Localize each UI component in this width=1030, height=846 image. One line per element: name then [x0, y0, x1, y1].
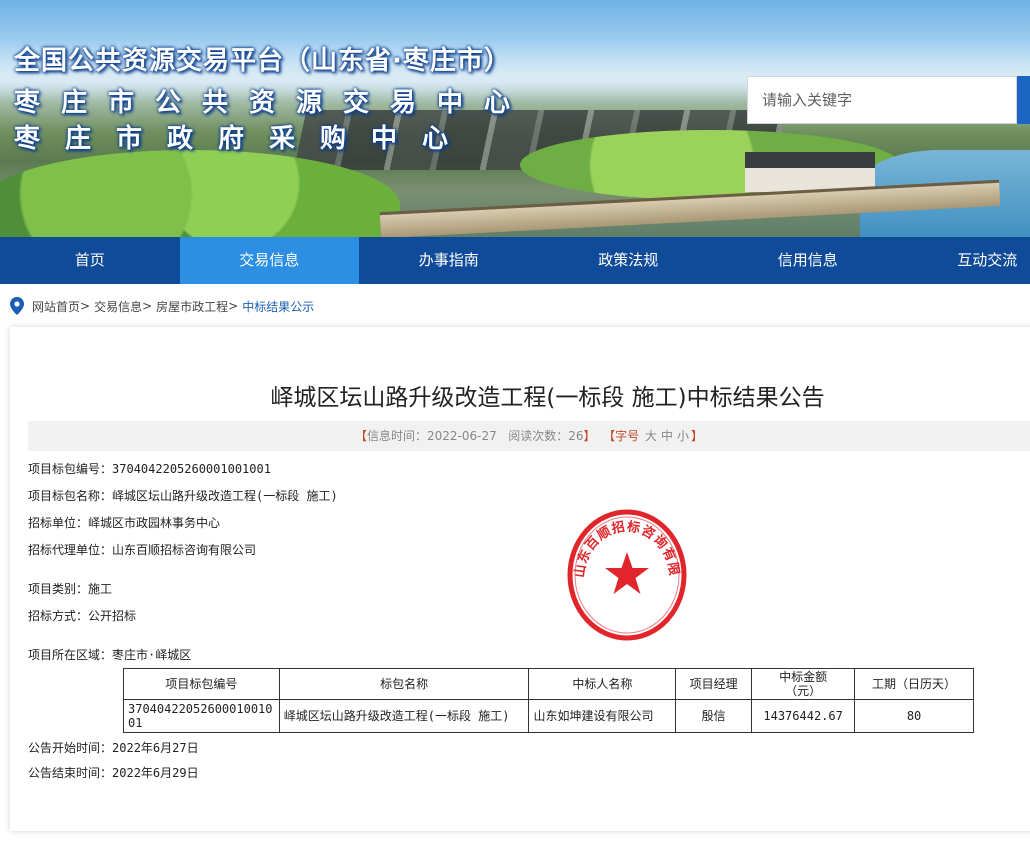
field-value: 山东百顺招标咨询有限公司 [112, 543, 257, 557]
nav-item-trade-info[interactable]: 交易信息 [179, 237, 359, 284]
table-row: 3704042205260001001001 峄城区坛山路升级改造工程(一标段 … [123, 699, 974, 733]
table-header: 工期（日历天） [854, 668, 974, 700]
table-header: 标包名称 [278, 668, 530, 700]
field-value: 2022年6月27日 [112, 741, 199, 755]
font-size-label-close: 】 [691, 429, 704, 443]
field-value: 枣庄市·峄城区 [112, 648, 192, 662]
font-size-small-link[interactable]: 小 [677, 429, 689, 443]
table-cell: 14376442.67 [751, 699, 856, 733]
field-label: 招标方式： [28, 609, 89, 623]
notice-end: 公告结束时间：2022年6月29日 [28, 764, 199, 781]
field-label: 项目所在区域： [28, 648, 113, 662]
nav-item-home[interactable]: 首页 [0, 237, 180, 284]
breadcrumb-home[interactable]: 网站首页 [32, 298, 80, 315]
breadcrumb-current[interactable]: 中标结果公示 [242, 298, 314, 315]
table-cell: 80 [854, 699, 974, 733]
breadcrumb-trade-info[interactable]: 交易信息 [94, 298, 142, 315]
font-size-label: 【字号 [603, 429, 640, 443]
nav-item-interaction[interactable]: 互动交流 [898, 237, 1030, 284]
nav-item-guide[interactable]: 办事指南 [359, 237, 539, 284]
table-header: 项目经理 [675, 668, 753, 700]
article-meta-bar: 【信息时间：2022-06-27 阅读次数：26】 【字号 大中小】 [28, 421, 1030, 451]
breadcrumb-separator: > [228, 299, 239, 313]
notice-start: 公告开始时间：2022年6月27日 [28, 739, 199, 756]
field-value: 峄城区市政园林事务中心 [88, 516, 221, 530]
main-nav: 首页 交易信息 办事指南 政策法规 信用信息 互动交流 [0, 237, 1030, 284]
breadcrumb-separator: > [80, 299, 91, 313]
nav-item-credit[interactable]: 信用信息 [718, 237, 898, 284]
font-size-medium-link[interactable]: 中 [661, 429, 673, 443]
breadcrumb-category[interactable]: 房屋市政工程 [156, 298, 228, 315]
search-box [747, 76, 1017, 124]
table-header: 项目标包编号 [123, 668, 280, 700]
field-agency: 招标代理单位：山东百顺招标咨询有限公司 [28, 541, 256, 558]
table-cell: 峄城区坛山路升级改造工程(一标段 施工) [278, 699, 530, 733]
font-size-large-link[interactable]: 大 [645, 429, 657, 443]
field-value: 峄城区坛山路升级改造工程(一标段 施工) [112, 489, 338, 503]
meta-bracket-open: 【 [354, 429, 367, 443]
field-value: 公开招标 [88, 609, 137, 623]
meta-views: 26 [568, 429, 584, 443]
field-package-number: 项目标包编号：3704042205260001001001 [28, 460, 271, 477]
table-cell: 殷信 [675, 699, 753, 733]
field-value: 2022年6月29日 [112, 766, 199, 780]
site-title-line-1: 全国公共资源交易平台（山东省·枣庄市） [14, 46, 511, 76]
field-region: 项目所在区域：枣庄市·峄城区 [28, 646, 191, 663]
table-cell: 山东如坤建设有限公司 [528, 699, 677, 733]
field-category: 项目类别：施工 [28, 580, 112, 597]
field-label: 招标单位： [28, 516, 89, 530]
banner-pavilion [745, 152, 875, 192]
field-tenderer: 招标单位：峄城区市政园林事务中心 [28, 514, 220, 531]
table-header: 中标金额 （元） [751, 668, 856, 700]
breadcrumb-separator: > [142, 299, 153, 313]
search-button[interactable] [1017, 76, 1030, 124]
field-label: 公告结束时间： [28, 766, 113, 780]
table-cell: 3704042205260001001001 [123, 699, 280, 733]
field-value: 3704042205260001001001 [112, 462, 271, 476]
site-title-line-3: 枣庄市政府采购中心 [14, 124, 474, 154]
field-label: 项目类别： [28, 582, 89, 596]
meta-info-time: 2022-06-27 [426, 429, 497, 443]
meta-bracket-close: 】 [583, 429, 596, 443]
table-header-row: 项目标包编号 标包名称 中标人名称 项目经理 中标金额 （元） 工期（日历天） [123, 668, 974, 700]
table-header: 中标人名称 [528, 668, 677, 700]
search-input[interactable] [748, 77, 1016, 123]
field-label: 公告开始时间： [28, 741, 113, 755]
meta-info-time-label: 信息时间： [366, 429, 427, 443]
field-method: 招标方式：公开招标 [28, 607, 136, 624]
field-package-name: 项目标包名称：峄城区坛山路升级改造工程(一标段 施工) [28, 487, 338, 504]
article-title: 峄城区坛山路升级改造工程(一标段 施工)中标结果公告 [270, 385, 825, 411]
breadcrumb: 网站首页 > 交易信息 > 房屋市政工程 > 中标结果公示 [10, 296, 314, 316]
field-value: 施工 [88, 582, 113, 596]
field-label: 项目标包名称： [28, 489, 113, 503]
site-title-line-2: 枣庄市公共资源交易中心 [14, 88, 532, 118]
location-pin-icon [10, 297, 24, 315]
meta-views-label: 阅读次数： [508, 429, 569, 443]
field-label: 招标代理单位： [28, 543, 113, 557]
company-seal-stamp: 山东百顺招标咨询有限公司 [566, 508, 687, 641]
nav-item-policy[interactable]: 政策法规 [539, 237, 719, 284]
field-label: 项目标包编号： [28, 462, 113, 476]
result-table: 项目标包编号 标包名称 中标人名称 项目经理 中标金额 （元） 工期（日历天） … [123, 668, 974, 733]
